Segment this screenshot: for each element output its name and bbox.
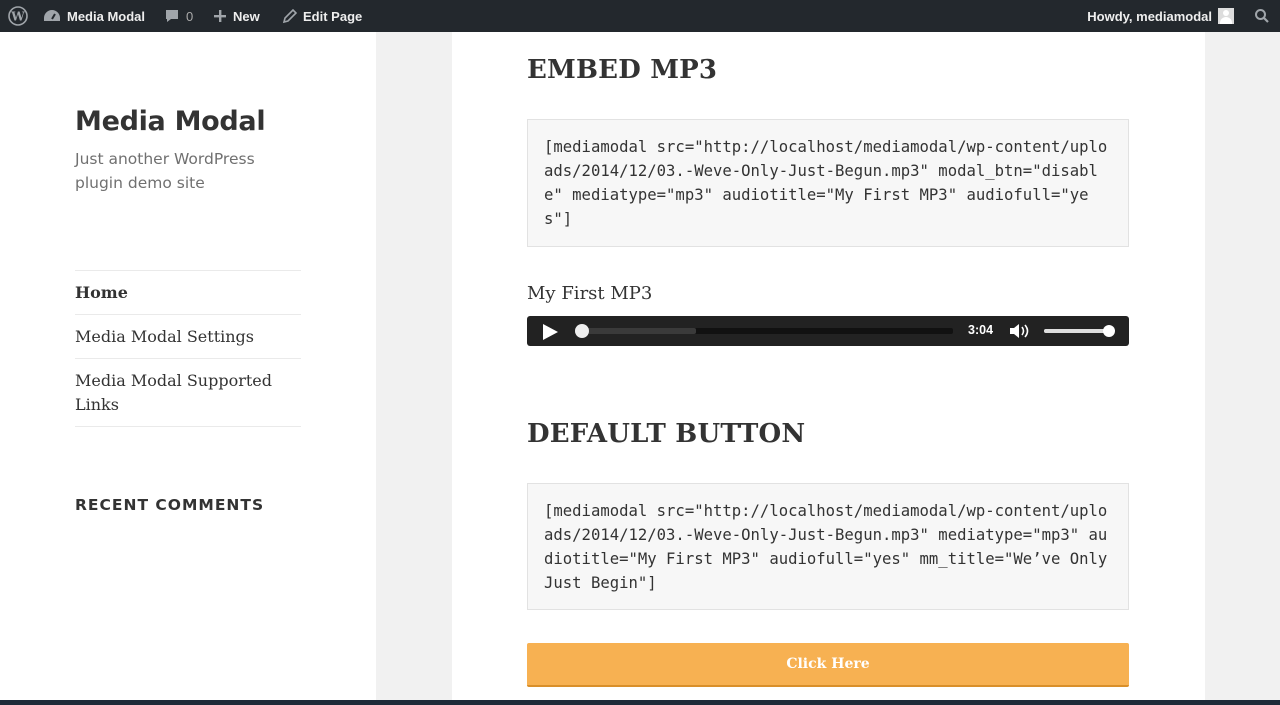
site-description: Just another WordPress plugin demo site bbox=[75, 150, 255, 192]
admin-comments-link[interactable]: 0 bbox=[164, 0, 193, 32]
duration: 3:04 bbox=[968, 323, 994, 337]
dashboard-icon bbox=[44, 10, 60, 21]
default-button-heading: DEFAULT BUTTON bbox=[527, 419, 806, 449]
play-icon[interactable] bbox=[541, 323, 559, 345]
wordpress-logo-icon[interactable]: W bbox=[8, 0, 28, 32]
plus-icon bbox=[214, 10, 226, 22]
site-title[interactable]: Media Modal bbox=[75, 106, 266, 137]
comment-count: 0 bbox=[186, 8, 194, 24]
admin-site-link[interactable]: Media Modal bbox=[43, 0, 145, 32]
sidebar: Media Modal Just another WordPress plugi… bbox=[0, 32, 376, 700]
volume-handle[interactable] bbox=[1103, 325, 1115, 337]
volume-rail[interactable] bbox=[1044, 329, 1108, 333]
progress-rail[interactable] bbox=[575, 324, 953, 338]
admin-new-link[interactable]: New bbox=[213, 0, 260, 32]
svg-text:W: W bbox=[10, 10, 25, 24]
default-button-shortcode-block: [mediamodal src="http://localhost/mediam… bbox=[527, 483, 1129, 610]
nav-item-media-modal-supported-links[interactable]: Media Modal Supported Links bbox=[75, 359, 301, 427]
comment-icon bbox=[166, 10, 178, 22]
recent-comments-heading: RECENT COMMENTS bbox=[75, 496, 265, 514]
window-bottom-edge bbox=[0, 700, 1280, 705]
volume-fill bbox=[1044, 329, 1108, 333]
admin-edit-page-link[interactable]: Edit Page bbox=[282, 0, 362, 32]
embed-shortcode-block: [mediamodal src="http://localhost/mediam… bbox=[527, 119, 1129, 247]
new-label: New bbox=[233, 8, 260, 24]
volume-icon[interactable] bbox=[1009, 322, 1033, 344]
loaded-bar bbox=[575, 328, 696, 334]
howdy-text: Howdy, mediamodal bbox=[1087, 8, 1212, 24]
click-here-button[interactable]: Click Here bbox=[527, 643, 1129, 687]
search-icon[interactable] bbox=[1254, 0, 1270, 32]
admin-account-menu[interactable]: Howdy, mediamodal bbox=[1087, 0, 1234, 32]
pencil-icon bbox=[282, 8, 297, 23]
main-navigation: Home Media Modal Settings Media Modal Su… bbox=[75, 270, 301, 427]
edit-page-label: Edit Page bbox=[303, 8, 363, 24]
admin-bar: W Media Modal 0 New Edit Page Howdy, med… bbox=[0, 0, 1280, 32]
admin-site-name: Media Modal bbox=[67, 8, 146, 24]
audio-player: 3:04 bbox=[527, 316, 1129, 346]
nav-item-media-modal-settings[interactable]: Media Modal Settings bbox=[75, 315, 301, 359]
progress-handle[interactable] bbox=[575, 324, 589, 338]
audio-title: My First MP3 bbox=[527, 283, 653, 304]
avatar bbox=[1218, 8, 1234, 24]
nav-item-home[interactable]: Home bbox=[75, 271, 301, 315]
embed-mp3-heading: EMBED MP3 bbox=[527, 55, 718, 85]
